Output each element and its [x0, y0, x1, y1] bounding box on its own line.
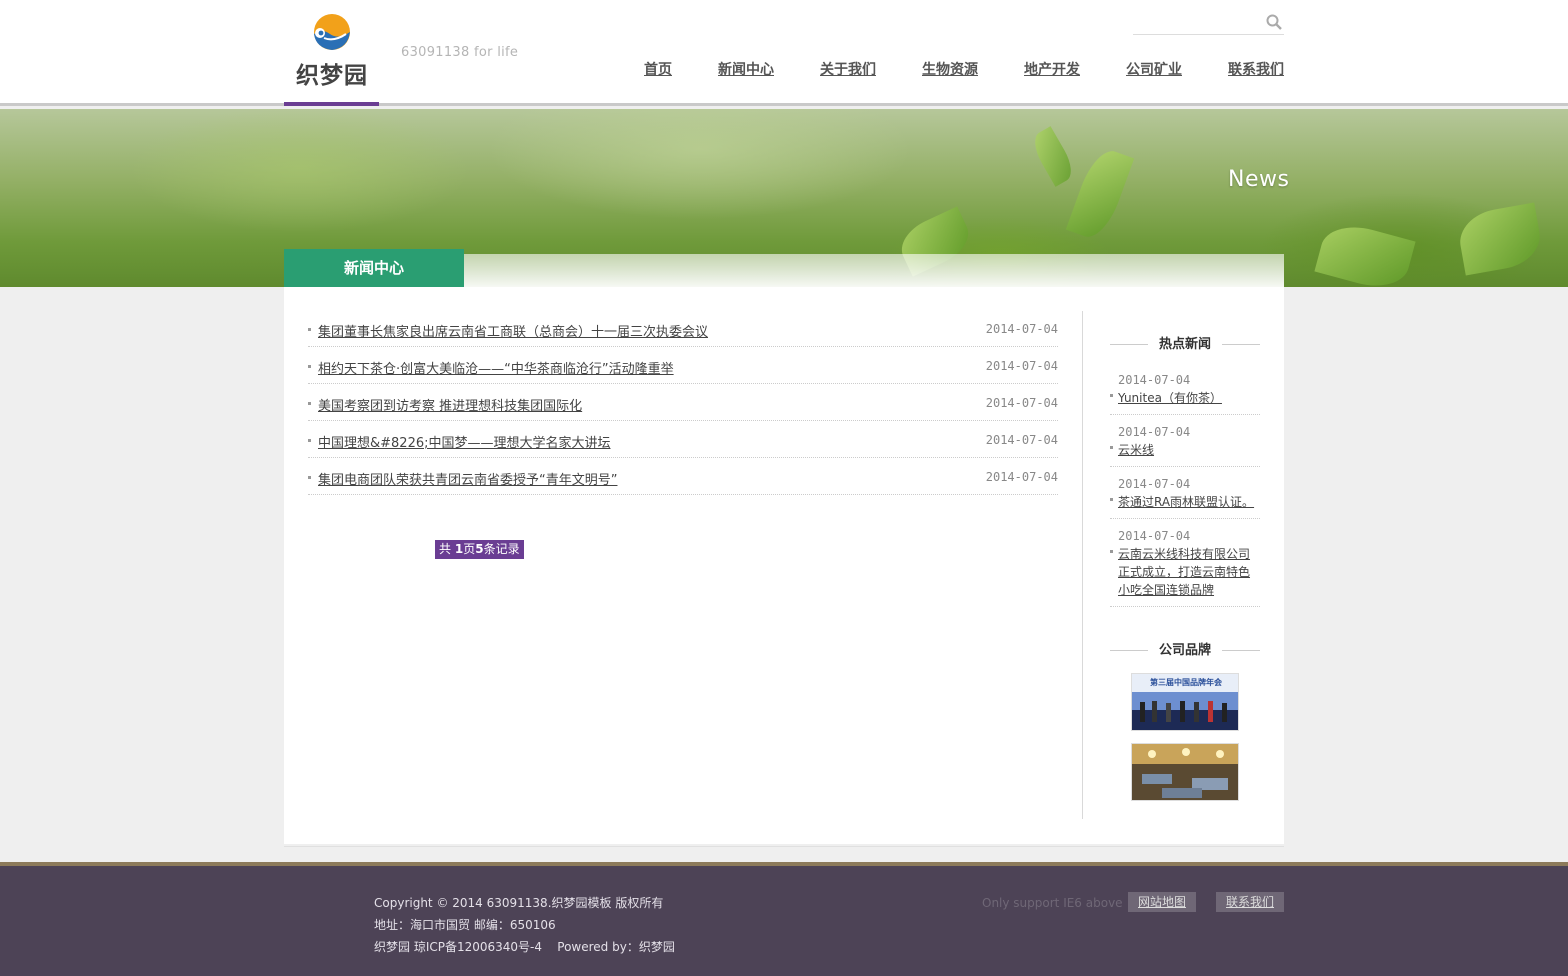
leaf-decoration [1027, 126, 1079, 187]
search-box [1133, 10, 1284, 35]
tab-news[interactable]: 新闻中心 [284, 249, 464, 287]
nav-mining[interactable]: 公司矿业 [1126, 59, 1182, 79]
pager-suffix: 条记录 [483, 542, 520, 556]
brand-heading: 公司品牌 [1110, 639, 1260, 661]
news-title-link[interactable]: 相约天下茶仓·创富大美临沧——“中华茶商临沧行”活动隆重举 [318, 358, 674, 377]
nav-news[interactable]: 新闻中心 [718, 59, 774, 79]
footer-copyright: Copyright © 2014 63091138.织梦园模板 版权所有 [374, 896, 664, 910]
news-date: 2014-07-04 [985, 396, 1058, 410]
news-list: 集团董事长焦家良出席云南省工商联（总商会）十一届三次执委会议 2014-07-0… [308, 310, 1058, 495]
bullet-icon [308, 402, 311, 405]
footer-info: Copyright © 2014 63091138.织梦园模板 版权所有 地址：… [374, 892, 675, 958]
bullet-icon [308, 439, 311, 442]
bullet-icon [1110, 446, 1113, 449]
list-item: 相约天下茶仓·创富大美临沧——“中华茶商临沧行”活动隆重举 2014-07-04 [308, 347, 1058, 384]
leaf-decoration [1314, 218, 1416, 287]
news-title-link[interactable]: 美国考察团到访考察 推进理想科技集团国际化 [318, 395, 582, 414]
search-icon[interactable] [1266, 14, 1282, 30]
pager: 共 1页5条记录 [435, 540, 524, 559]
news-date: 2014-07-04 [985, 322, 1058, 336]
hot-news-link[interactable]: 云南云米线科技有限公司正式成立，打造云南特色小吃全国连锁品牌 [1118, 545, 1260, 599]
bullet-icon [308, 328, 311, 331]
list-item: 2014-07-04 云南云米线科技有限公司正式成立，打造云南特色小吃全国连锁品… [1110, 519, 1260, 607]
pager-records: 5 [475, 542, 484, 556]
footer-support-note: Only support IE6 above [982, 896, 1123, 910]
news-title-link[interactable]: 集团董事长焦家良出席云南省工商联（总商会）十一届三次执委会议 [318, 321, 708, 340]
brand-image-hall[interactable] [1131, 743, 1239, 801]
news-date: 2014-07-04 [985, 433, 1058, 447]
brand-image-caption: 第三届中国品牌年会 [1150, 677, 1222, 687]
sidebar: 热点新闻 2014-07-04 Yunitea（有你茶） 2014-07-04 … [1110, 333, 1260, 801]
list-item: 中国理想&#8226;中国梦——理想大学名家大讲坛 2014-07-04 [308, 421, 1058, 458]
header-inner: 织梦园 63091138 for life 首页 新闻中心 关于我们 生物资源 … [284, 0, 1284, 106]
list-item: 2014-07-04 Yunitea（有你茶） [1110, 363, 1260, 415]
bullet-icon [308, 365, 311, 368]
logo[interactable]: 织梦园 [284, 0, 379, 106]
main-panel: 集团董事长焦家良出席云南省工商联（总商会）十一届三次执委会议 2014-07-0… [284, 287, 1284, 844]
hot-news-date: 2014-07-04 [1118, 529, 1191, 543]
logo-text: 织梦园 [296, 63, 368, 89]
news-date: 2014-07-04 [985, 470, 1058, 484]
bullet-icon [308, 476, 311, 479]
footer-address: 地址：海口市国贸 邮编：650106 [374, 918, 556, 932]
main-nav: 首页 新闻中心 关于我们 生物资源 地产开发 公司矿业 联系我们 [644, 59, 1284, 79]
section-tab-bar: 新闻中心 [284, 249, 1284, 287]
nav-home[interactable]: 首页 [644, 59, 672, 79]
column-divider [1082, 311, 1083, 819]
logo-mark-icon [314, 14, 350, 50]
search-input[interactable] [1133, 10, 1258, 34]
pager-pages: 1 [454, 542, 464, 556]
bullet-icon [1110, 498, 1113, 501]
header: 织梦园 63091138 for life 首页 新闻中心 关于我们 生物资源 … [0, 0, 1568, 106]
footer-icp: 织梦园 琼ICP备12006340号-4 [374, 940, 543, 954]
hot-news-link[interactable]: 茶通过RA雨林联盟认证。 [1118, 493, 1260, 511]
nav-about[interactable]: 关于我们 [820, 59, 876, 79]
hot-news-heading: 热点新闻 [1110, 333, 1260, 355]
hot-news-heading-label: 热点新闻 [1158, 337, 1211, 352]
sitemap-button[interactable]: 网站地图 [1128, 892, 1197, 912]
hot-news-link[interactable]: Yunitea（有你茶） [1118, 389, 1260, 407]
banner: News 新闻中心 [0, 109, 1568, 287]
footer: Copyright © 2014 63091138.织梦园模板 版权所有 地址：… [0, 862, 1568, 976]
nav-contact[interactable]: 联系我们 [1228, 59, 1284, 79]
banner-title: News [1228, 167, 1290, 192]
list-item: 集团董事长焦家良出席云南省工商联（总商会）十一届三次执委会议 2014-07-0… [308, 310, 1058, 347]
brand-image-2-graphic [1132, 744, 1238, 800]
news-title-link[interactable]: 中国理想&#8226;中国梦——理想大学名家大讲坛 [318, 432, 611, 451]
brand-image-1-graphic: 第三届中国品牌年会 [1132, 674, 1238, 730]
news-title-link[interactable]: 集团电商团队荣获共青团云南省委授予“青年文明号” [318, 469, 617, 488]
pager-mid: 页 [463, 542, 476, 556]
footer-powered: Powered by：织梦园 [557, 940, 675, 954]
hot-news-link[interactable]: 云米线 [1118, 441, 1260, 459]
slogan: 63091138 for life [401, 45, 519, 60]
news-date: 2014-07-04 [985, 359, 1058, 373]
main-bottom-line [284, 846, 1284, 847]
brand-image-conference[interactable]: 第三届中国品牌年会 [1131, 673, 1239, 731]
bullet-icon [1110, 550, 1113, 553]
hot-news-date: 2014-07-04 [1118, 373, 1191, 387]
pager-prefix: 共 [439, 542, 455, 556]
footer-contact-button[interactable]: 联系我们 [1216, 892, 1285, 912]
footer-icp-line: 织梦园 琼ICP备12006340号-4 Powered by：织梦园 [374, 936, 675, 958]
brand-heading-label: 公司品牌 [1158, 643, 1211, 658]
nav-estate[interactable]: 地产开发 [1024, 59, 1080, 79]
hot-news-date: 2014-07-04 [1118, 477, 1191, 491]
list-item: 集团电商团队荣获共青团云南省委授予“青年文明号” 2014-07-04 [308, 458, 1058, 495]
bullet-icon [1110, 394, 1113, 397]
list-item: 美国考察团到访考察 推进理想科技集团国际化 2014-07-04 [308, 384, 1058, 421]
list-item: 2014-07-04 云米线 [1110, 415, 1260, 467]
hot-news-date: 2014-07-04 [1118, 425, 1191, 439]
hot-news-list: 2014-07-04 Yunitea（有你茶） 2014-07-04 云米线 2… [1110, 363, 1260, 607]
nav-bio[interactable]: 生物资源 [922, 59, 978, 79]
leaf-decoration [1065, 144, 1135, 244]
list-item: 2014-07-04 茶通过RA雨林联盟认证。 [1110, 467, 1260, 519]
leaf-decoration [1455, 202, 1545, 276]
